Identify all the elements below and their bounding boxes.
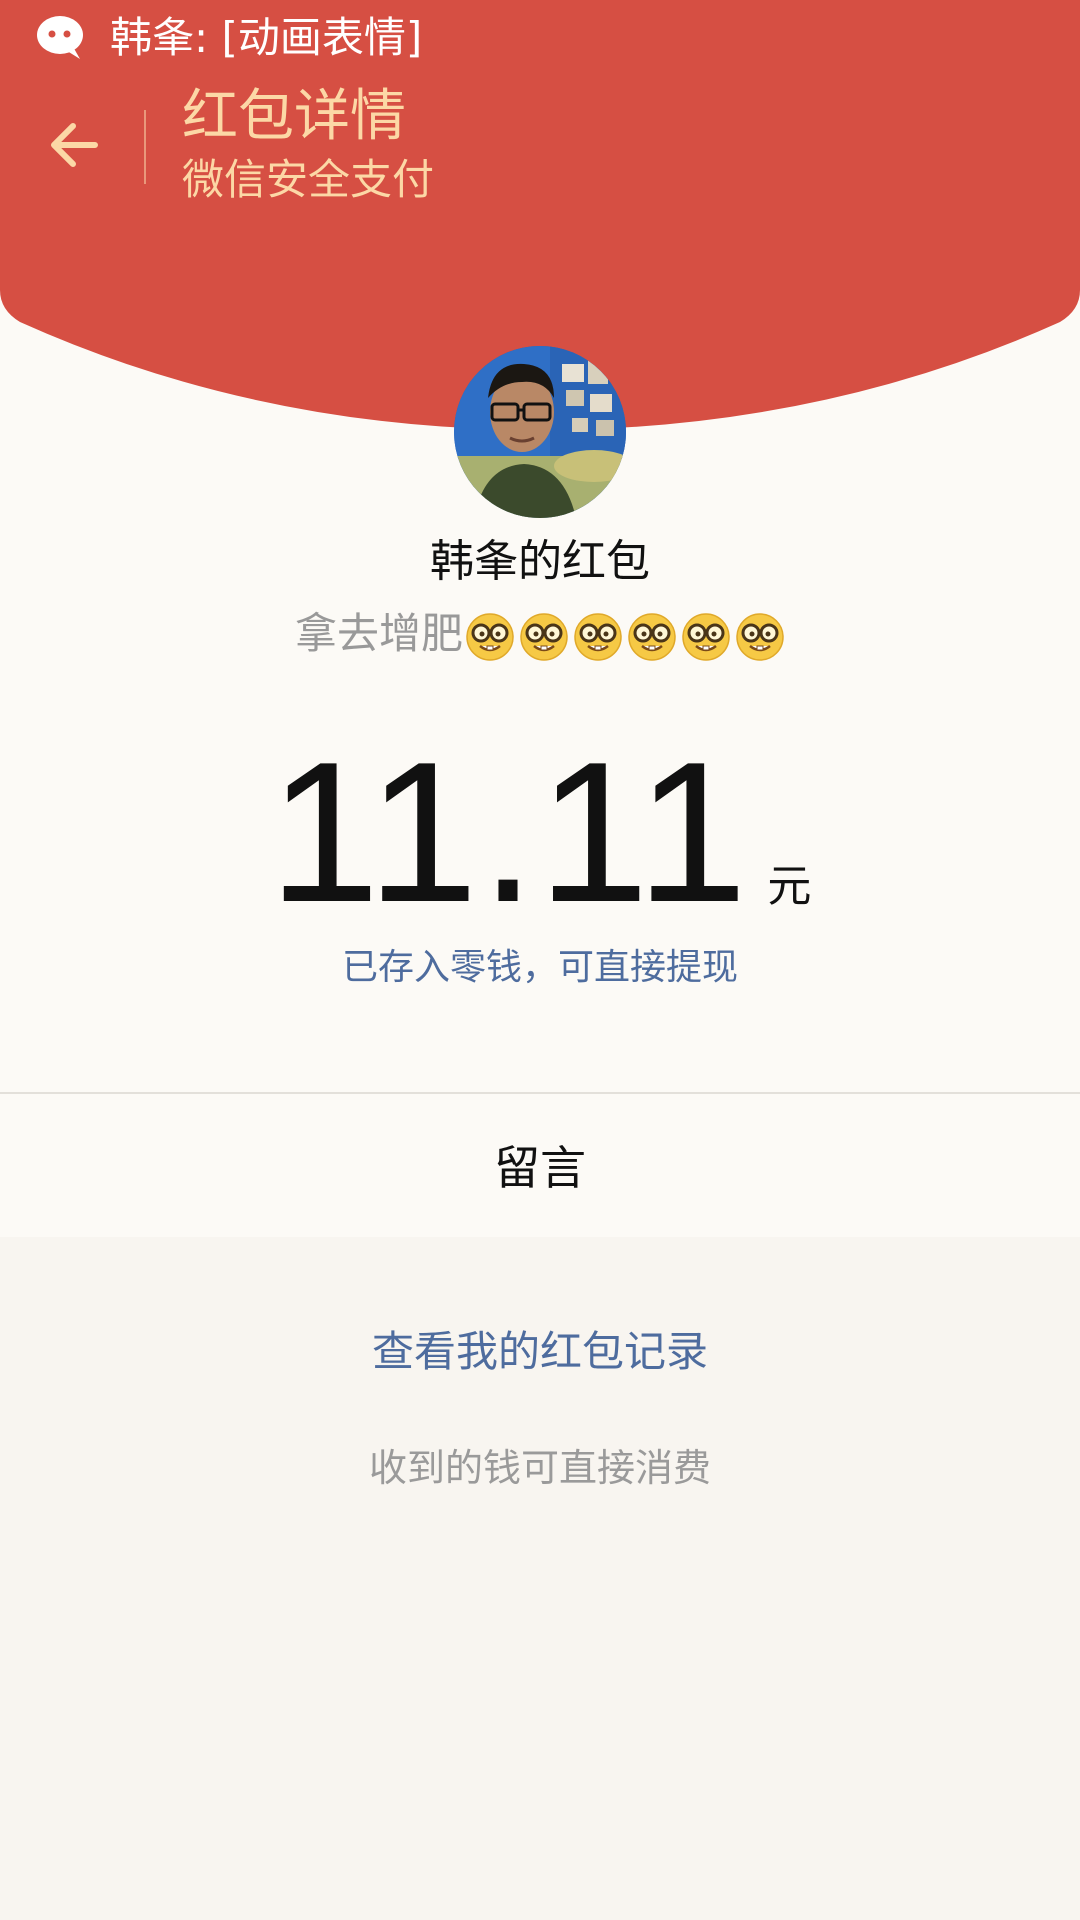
- blessing-message: 拿去增肥: [0, 604, 1080, 664]
- back-arrow-icon: [45, 117, 101, 177]
- nerd-face-emoji: [627, 612, 677, 662]
- header-divider: [144, 110, 146, 184]
- sender-title: 韩夆的红包: [430, 536, 650, 587]
- nerd-face-emoji: [573, 612, 623, 662]
- leave-message-button[interactable]: 留言: [0, 1094, 1080, 1236]
- leave-message-label: 留言: [494, 1141, 586, 1195]
- view-records-link[interactable]: 查看我的红包记录: [0, 1322, 1080, 1382]
- sender-avatar[interactable]: [454, 346, 626, 518]
- emoji-row: [465, 612, 785, 662]
- page-title: 红包详情: [182, 84, 406, 149]
- stored-note-link[interactable]: 已存入零钱，可直接提现: [0, 940, 1080, 996]
- notification-text: 韩夆: [动画表情]: [110, 13, 423, 62]
- nerd-face-emoji: [519, 612, 569, 662]
- amount-value: 11.11: [268, 721, 750, 944]
- amount-display: 11.11 元: [0, 721, 1080, 944]
- amount-unit: 元: [767, 861, 812, 912]
- page-subtitle: 微信安全支付: [182, 155, 435, 204]
- spend-note: 收到的钱可直接消费: [368, 1446, 711, 1490]
- blessing-text: 拿去增肥: [294, 609, 463, 658]
- nerd-face-emoji: [465, 612, 515, 662]
- nerd-face-emoji: [735, 612, 785, 662]
- nerd-face-emoji: [681, 612, 731, 662]
- wechat-bubble-icon: [36, 15, 86, 61]
- notification-bar[interactable]: 韩夆: [动画表情]: [36, 10, 422, 66]
- back-button[interactable]: [38, 112, 108, 182]
